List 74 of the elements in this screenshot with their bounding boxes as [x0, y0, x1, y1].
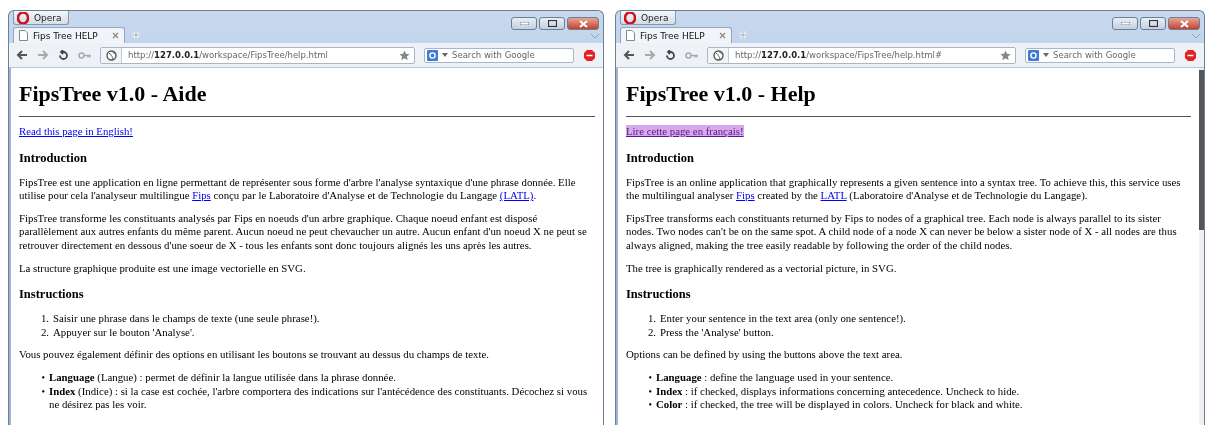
section-heading: Introduction	[626, 150, 695, 166]
text-link[interactable]: Fips	[736, 189, 755, 202]
star-icon[interactable]	[1000, 49, 1011, 61]
opera-logo-icon	[624, 11, 636, 24]
list-item: Language : define the language used in your sentence.	[656, 370, 894, 385]
back-icon[interactable]	[16, 50, 28, 60]
minimize-button[interactable]	[1112, 17, 1138, 30]
text-link[interactable]: LATL	[820, 189, 847, 202]
maximize-button[interactable]	[539, 17, 565, 30]
section-heading: Instructions	[19, 287, 85, 303]
close-button[interactable]	[1168, 17, 1200, 30]
maximize-icon	[1148, 20, 1158, 27]
paragraph: The tree is graphically rendered as a vectorial picture, in SVG.	[626, 261, 898, 276]
address-field[interactable]: http://127.0.0.1/workspace/FipsTree/help.html	[100, 46, 415, 64]
scrollbar-thumb[interactable]	[1199, 70, 1204, 230]
list-item: Index (Indice) : si la case est cochée, l'arbre comportera des indications sur l'antécédence des constituants. Décochez si vous ne désirez pas les voir.	[49, 384, 589, 412]
reload-icon[interactable]	[58, 49, 69, 61]
paragraph: FipsTree transforme les constituants analysés par Fips en noeuds d'un arbre graphique. Chaque noeud enfant est disposé parallèlement aux autres enfants du même parent. Aucun noeud ne peut chevaucher un autre. Aucun enfant d'un noeud X ne peut se retrouver directement en dessous d'une soeur de X - tous les enfants sont donc toujours alignés les uns après les autres.	[19, 211, 588, 253]
maximize-icon	[547, 20, 557, 27]
search-field[interactable]: Search with Google	[1025, 47, 1175, 63]
list-item: Language (Langue) : permet de définir la langue utilisée dans la phrase donnée.	[49, 370, 396, 385]
list-item: Color : if checked, the tree will be displayed in colors. Uncheck for black and white.	[656, 398, 1023, 412]
list-number: 2.	[646, 325, 656, 340]
browser-tab[interactable]: Fips Tree HELP	[13, 27, 125, 43]
back-icon[interactable]	[623, 50, 635, 60]
list-item: Saisir une phrase dans le champs de texte (une seule phrase!).	[53, 312, 320, 326]
list-item: Press the 'Analyse' button.	[660, 325, 774, 340]
list-item: Index : if checked, displays informations concerning antecedence. Uncheck to hide.	[656, 384, 1020, 399]
list-number: 2.	[39, 325, 49, 340]
close-tab-icon[interactable]	[719, 31, 726, 39]
opera-logo-icon	[17, 11, 29, 24]
dropdown-caret-icon[interactable]	[442, 53, 448, 57]
language-link[interactable]: Lire cette page en français!	[626, 125, 744, 137]
close-icon	[1179, 19, 1189, 28]
minimize-icon	[519, 22, 529, 25]
paragraph: Vous pouvez également définir des options en utilisant les boutons se trouvant au dessus du champs de texte.	[19, 348, 490, 362]
paragraph: FipsTree is an online application that graphically represents a given sentence into a syntax tree. To achieve this, this service uses the multilingual analyser Fips created by the LATL (Laboratoire d'Analyse et de Technologie du Langage).	[626, 175, 1182, 203]
stop-sign-icon[interactable]	[1184, 48, 1197, 62]
minimize-button[interactable]	[511, 17, 537, 30]
stop-sign-icon[interactable]	[583, 48, 596, 62]
paragraph: FipsTree transforms each constituants returned by Fips to nodes of a graphical tree. Each node is always parallel to its sister nodes. Two nodes can't be on the same spot. A child node of a node X can never be below a sister node of X - all nodes are thus always aligned, making the tree easily readable by following the order of the child nodes.	[626, 211, 1178, 253]
minimize-icon	[1120, 22, 1130, 25]
page-title: FipsTree v1.0 - Help	[626, 81, 817, 107]
page-icon	[626, 30, 635, 41]
reload-icon[interactable]	[665, 49, 676, 61]
bullet: •	[647, 398, 652, 412]
close-button[interactable]	[567, 17, 599, 30]
close-tab-icon[interactable]	[112, 31, 119, 39]
list-number: 1.	[646, 312, 656, 326]
browser-tab[interactable]: Fips Tree HELP	[620, 27, 732, 43]
text-link[interactable]: Fips	[192, 189, 211, 202]
dropdown-caret-icon[interactable]	[1043, 53, 1049, 57]
section-heading: Introduction	[19, 150, 88, 166]
opera-menu-button[interactable]: Opera	[13, 11, 69, 25]
address-field[interactable]: http://127.0.0.1/workspace/FipsTree/help.html#	[707, 46, 1016, 64]
paragraph: La structure graphique produite est une image vectorielle en SVG.	[19, 261, 307, 276]
list-item: Appuyer sur le bouton 'Analyse'.	[53, 325, 195, 340]
bullet: •	[40, 370, 45, 385]
list-number: 1.	[39, 312, 49, 326]
paragraph: Options can be defined by using the buttons above the text area.	[626, 348, 904, 362]
section-heading: Instructions	[626, 287, 692, 303]
opera-menu-button[interactable]: Opera	[620, 11, 676, 25]
paragraph: FipsTree est une application en ligne permettant de représenter sous forme d'arbre l'analyse syntaxique d'une phrase donnée. Elle utilise pour cela l'analyseur multilingue Fips conçu par le Laboratoire d'Analyse et de Technologie du Langage (LATL).	[19, 175, 577, 203]
page-title: FipsTree v1.0 - Aide	[19, 81, 208, 107]
bullet: •	[40, 384, 45, 399]
search-field[interactable]: Search with Google	[424, 47, 574, 63]
list-item: Enter your sentence in the text area (only one sentence!).	[660, 312, 906, 326]
bullet: •	[647, 370, 652, 385]
page-icon	[19, 30, 28, 41]
maximize-button[interactable]	[1140, 17, 1166, 30]
language-link[interactable]: Read this page in English!	[19, 125, 133, 137]
close-icon	[578, 19, 588, 28]
star-icon[interactable]	[399, 49, 410, 61]
bullet: •	[647, 384, 652, 399]
